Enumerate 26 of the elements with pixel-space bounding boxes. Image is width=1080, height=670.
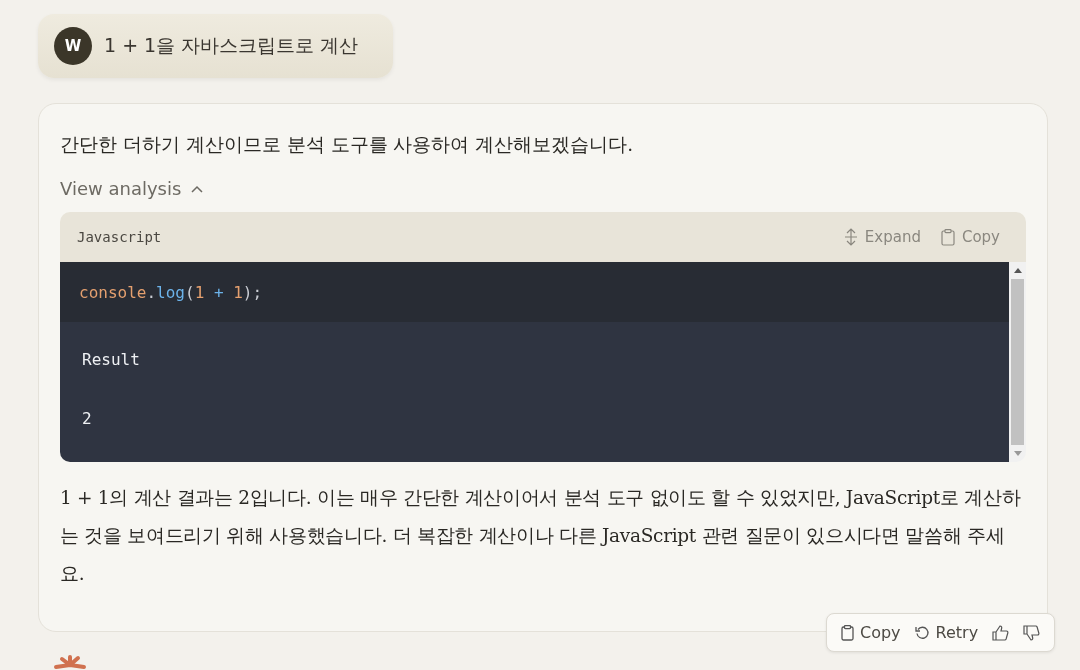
user-message-text: 1 + 1을 자바스크립트로 계산 — [104, 33, 359, 58]
expand-icon — [843, 228, 858, 246]
response-intro: 간단한 더하기 계산이므로 분석 도구를 사용하여 계산해보겠습니다. — [60, 133, 635, 157]
scroll-up-icon — [1013, 267, 1022, 273]
scrollbar[interactable] — [1009, 262, 1026, 462]
clipboard-icon — [940, 228, 955, 246]
caret-icon — [191, 184, 204, 193]
scrollbar-thumb[interactable] — [1011, 279, 1024, 445]
result-label: Result — [82, 350, 141, 369]
expand-button[interactable]: Expand — [843, 228, 921, 246]
thumbs-up-button[interactable] — [992, 624, 1010, 641]
copy-button[interactable]: Copy — [940, 228, 1000, 246]
thumbs-up-icon — [992, 624, 1010, 641]
response-paragraph: 1 + 1의 계산 결과는 2입니다. 이는 매우 간단한 계산이어서 분석 도구 없이도 할 수 있었지만, JavaScript로 계산하는 것을 보여드리기 위해 사용했습니다. 더 복잡한 계산이나 다른 JavaScript 관련 질문이 있으시다면 말씀해 주세요. — [60, 486, 1022, 586]
retry-button[interactable]: Retry — [914, 623, 979, 642]
copy-response-button[interactable]: Copy — [841, 623, 901, 642]
code-line: console.log(1 + 1); — [79, 282, 263, 302]
scroll-down-icon — [1013, 451, 1022, 457]
clipboard-icon — [841, 624, 854, 641]
result-value: 2 — [82, 409, 93, 428]
user-avatar: W — [54, 27, 92, 65]
retry-icon — [914, 625, 930, 640]
view-analysis-toggle[interactable]: View analysis — [60, 178, 204, 199]
thumbs-down-button[interactable] — [1023, 624, 1041, 641]
thumbs-down-icon — [1023, 624, 1041, 641]
language-label: Javascript — [77, 229, 162, 245]
